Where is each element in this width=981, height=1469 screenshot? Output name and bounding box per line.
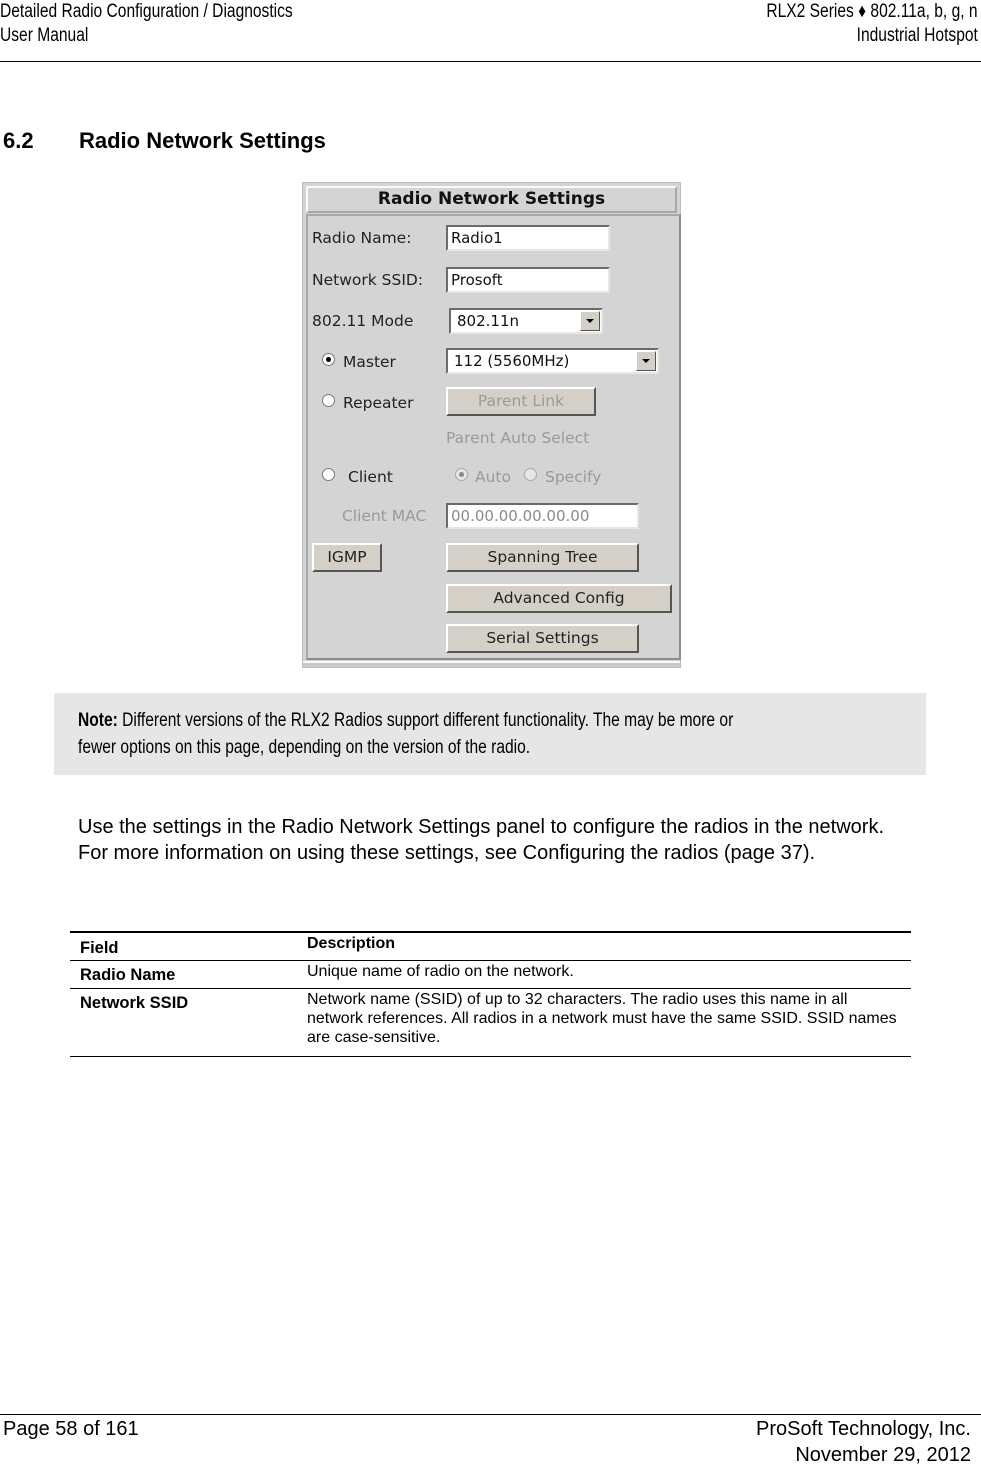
client-label: Client (348, 468, 393, 486)
client-mac-label: Client MAC (342, 507, 427, 525)
note-prefix: Note: (78, 710, 118, 731)
network-ssid-input[interactable]: Prosoft (446, 267, 610, 293)
note-box: Note: Different versions of the RLX2 Rad… (54, 693, 926, 775)
repeater-radio[interactable] (322, 394, 335, 407)
field-description-table: Field Description Radio Name Unique name… (70, 931, 911, 1057)
master-label: Master (343, 353, 396, 371)
repeater-label: Repeater (343, 394, 414, 412)
serial-settings-button[interactable]: Serial Settings (446, 624, 639, 653)
header-rule (0, 61, 981, 62)
mode-label: 802.11 Mode (312, 312, 414, 330)
auto-label: Auto (475, 468, 511, 486)
table-header-row: Field Description (70, 931, 911, 961)
header-doc-title: Detailed Radio Configuration / Diagnosti… (0, 1, 293, 22)
radio-name-label: Radio Name: (312, 229, 412, 247)
auto-radio[interactable] (455, 468, 468, 481)
chevron-down-icon[interactable] (580, 311, 600, 331)
table-cell-field: Network SSID (80, 994, 189, 1012)
client-mac-input[interactable]: 00.00.00.00.00.00 (446, 503, 639, 529)
specify-radio[interactable] (524, 468, 537, 481)
mode-select-value: 802.11n (457, 312, 519, 330)
panel-title: Radio Network Settings (306, 186, 677, 213)
footer-page-number: Page 58 of 161 (3, 1418, 139, 1440)
table-header-description: Description (307, 935, 396, 952)
mode-select[interactable]: 802.11n (449, 308, 603, 334)
panel-footer (303, 661, 680, 666)
network-ssid-label: Network SSID: (312, 271, 424, 289)
section-heading: 6.2 Radio Network Settings (3, 128, 326, 154)
client-radio[interactable] (322, 468, 335, 481)
chevron-down-icon[interactable] (636, 351, 656, 371)
parent-link-button[interactable]: Parent Link (446, 387, 596, 416)
header-doc-type: User Manual (0, 25, 89, 46)
table-header-field: Field (80, 939, 119, 957)
igmp-button[interactable]: IGMP (312, 543, 382, 572)
channel-select-value: 112 (5560MHz) (454, 352, 570, 370)
channel-select[interactable]: 112 (5560MHz) (446, 348, 659, 374)
section-title: Radio Network Settings (79, 128, 326, 153)
header-product-name: Industrial Hotspot (856, 25, 978, 46)
footer-date: November 29, 2012 (795, 1444, 971, 1466)
radio-network-settings-panel: Radio Network Settings Radio Name: Radio… (302, 182, 681, 668)
body-paragraph: Use the settings in the Radio Network Se… (78, 816, 885, 864)
header-product-series: RLX2 Series ♦ 802.11a, b, g, n (766, 1, 978, 22)
master-radio[interactable] (322, 353, 335, 366)
section-number: 6.2 (3, 128, 34, 153)
table-cell-description: Unique name of radio on the network. (307, 963, 574, 980)
radio-name-input[interactable]: Radio1 (446, 225, 610, 251)
parent-auto-select-label: Parent Auto Select (446, 429, 590, 447)
note-text: Note: Different versions of the RLX2 Rad… (78, 707, 898, 761)
spanning-tree-button[interactable]: Spanning Tree (446, 543, 639, 572)
note-line-2: fewer options on this page, depending on… (78, 737, 531, 758)
specify-label: Specify (545, 468, 602, 486)
footer-rule (0, 1414, 981, 1415)
note-line-1: Note: Different versions of the RLX2 Rad… (78, 710, 734, 731)
table-cell-description: Network name (SSID) of up to 32 characte… (307, 991, 897, 1046)
table-row: Network SSID Network name (SSID) of up t… (70, 989, 911, 1057)
table-row: Radio Name Unique name of radio on the n… (70, 961, 911, 989)
footer-company: ProSoft Technology, Inc. (756, 1418, 971, 1440)
advanced-config-button[interactable]: Advanced Config (446, 584, 672, 613)
table-cell-field: Radio Name (80, 966, 176, 984)
